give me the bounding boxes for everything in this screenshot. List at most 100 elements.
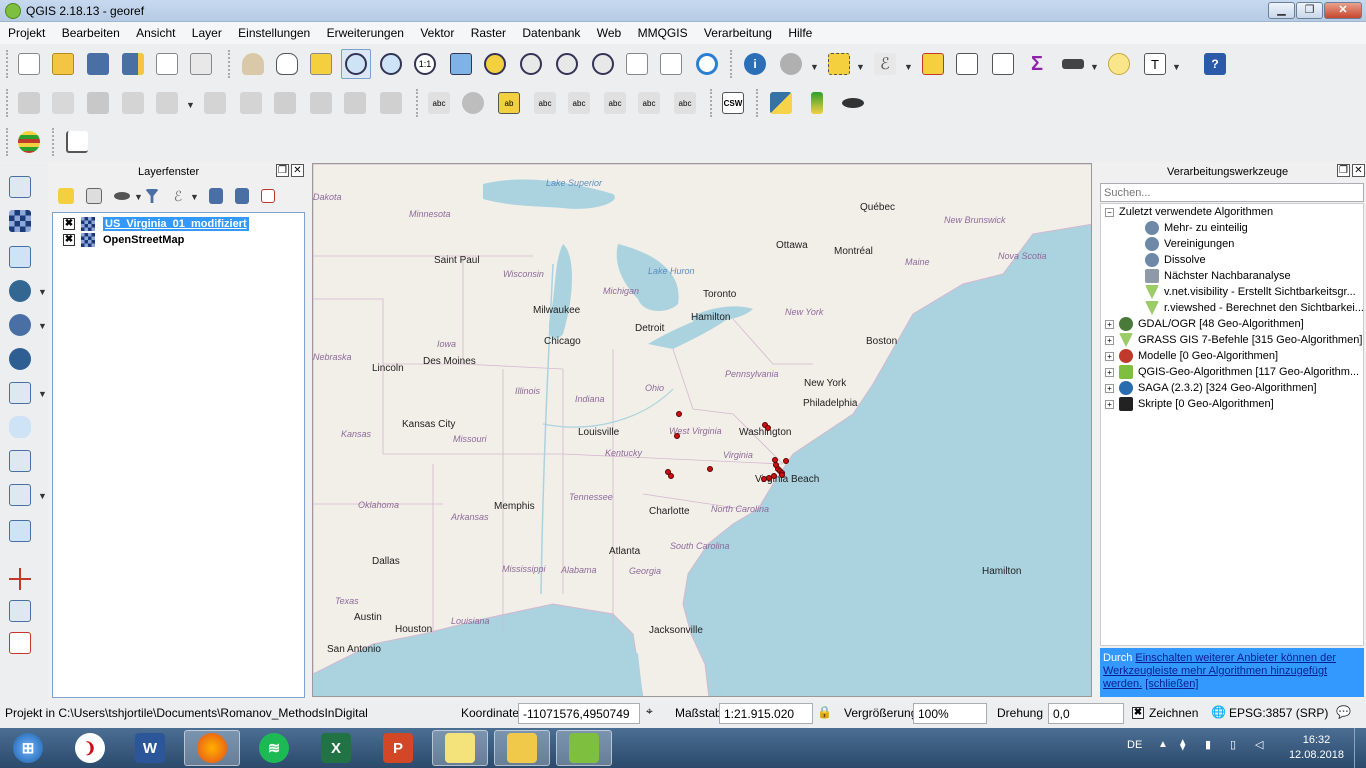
chevron-down-icon[interactable]: ▼	[38, 389, 47, 399]
tree-provider-scripts[interactable]: + Skripte [0 Geo-Algorithmen]	[1105, 397, 1274, 411]
data-point[interactable]	[779, 472, 785, 478]
menu-vektor[interactable]: Vektor	[412, 22, 459, 40]
add-wfs-icon[interactable]	[6, 379, 34, 407]
layer-labeling-icon[interactable]: abc	[424, 88, 454, 118]
close-info-link[interactable]: [schließen]	[1145, 678, 1198, 690]
new-temp-layer-icon[interactable]	[6, 481, 34, 509]
composer-manager-icon[interactable]	[186, 49, 216, 79]
save-as-icon[interactable]	[118, 49, 148, 79]
data-point[interactable]	[783, 458, 789, 464]
tree-item[interactable]: Vereinigungen	[1145, 237, 1234, 251]
toolbar-grip[interactable]	[52, 128, 56, 156]
show-bookmarks-icon[interactable]	[656, 49, 686, 79]
tree-group-recent[interactable]: − Zuletzt verwendete Algorithmen	[1105, 206, 1273, 218]
crs-button[interactable]: EPSG:3857 (SRP)	[1229, 706, 1328, 720]
eye-icon[interactable]	[838, 88, 868, 118]
tree-item[interactable]: r.viewshed - Berechnet den Sichtbarkei..…	[1145, 301, 1364, 315]
visibility-icon[interactable]	[108, 182, 136, 210]
open-project-icon[interactable]	[48, 49, 78, 79]
lock-icon[interactable]: 🔒	[817, 705, 832, 719]
data-point[interactable]	[773, 462, 779, 468]
deselect-icon[interactable]	[918, 49, 948, 79]
new-shapefile-icon[interactable]	[6, 413, 34, 441]
menu-einstellungen[interactable]: Einstellungen	[230, 22, 315, 40]
expand-icon[interactable]: +	[1105, 351, 1114, 361]
messages-icon[interactable]: 💬	[1336, 705, 1351, 719]
toolbar-grip[interactable]	[6, 128, 10, 156]
globe-icon[interactable]: 🌐	[1211, 705, 1226, 719]
expand-icon[interactable]: +	[1105, 383, 1114, 393]
pan-to-selection-icon[interactable]	[306, 49, 336, 79]
menu-erweiterungen[interactable]: Erweiterungen	[319, 22, 409, 40]
csw-icon[interactable]: CSW	[718, 88, 748, 118]
expand-icon[interactable]: +	[1105, 367, 1114, 377]
current-edits-icon[interactable]	[14, 88, 44, 118]
topology-icon[interactable]	[6, 629, 34, 657]
new-spatialite-icon[interactable]	[6, 447, 34, 475]
delete-selected-icon[interactable]	[270, 88, 300, 118]
save-project-icon[interactable]	[83, 49, 113, 79]
excel-icon[interactable]: X	[308, 730, 364, 766]
layer-row-us-virginia[interactable]: ✖ US_Virginia_01_modifiziert	[63, 216, 249, 232]
toggle-editing-icon[interactable]	[48, 88, 78, 118]
firefox-icon[interactable]	[184, 730, 240, 766]
tree-provider-grass[interactable]: + GRASS GIS 7-Befehle [315 Geo-Algorithm…	[1105, 333, 1362, 347]
expand-icon[interactable]: +	[1105, 319, 1114, 329]
add-wms-icon[interactable]	[6, 311, 34, 339]
add-feature-icon[interactable]	[118, 88, 148, 118]
close-panel-button[interactable]: ✕	[291, 164, 304, 177]
add-wcs-icon[interactable]	[6, 345, 34, 373]
chevron-down-icon[interactable]: ▼	[1172, 62, 1181, 72]
zoom-next-icon[interactable]	[588, 49, 618, 79]
refresh-icon[interactable]	[692, 49, 722, 79]
pin-labels-icon[interactable]: abc	[530, 88, 560, 118]
menu-layer[interactable]: Layer	[184, 22, 227, 40]
statistics-icon[interactable]: Σ	[1022, 49, 1052, 79]
select-features-icon[interactable]	[824, 49, 854, 79]
layer-checkbox[interactable]: ✖	[63, 234, 75, 246]
menu-verarbeitung[interactable]: Verarbeitung	[696, 22, 777, 40]
volume-icon[interactable]: ◁	[1255, 738, 1263, 751]
tree-provider-models[interactable]: + Modelle [0 Geo-Algorithmen]	[1105, 349, 1278, 363]
show-hide-labels-icon[interactable]: abc	[564, 88, 594, 118]
paste-features-icon[interactable]	[376, 88, 406, 118]
toolbar-grip[interactable]	[730, 50, 734, 78]
data-point[interactable]	[676, 411, 682, 417]
maximize-button[interactable]: ❐	[1296, 2, 1323, 19]
text-annotation-icon[interactable]: T	[1140, 49, 1170, 79]
chevron-down-icon[interactable]: ▼	[186, 100, 195, 110]
chevron-down-icon[interactable]: ▼	[904, 62, 913, 72]
menu-web[interactable]: Web	[589, 22, 626, 40]
touch-zoom-icon[interactable]	[238, 49, 268, 79]
run-action-icon[interactable]	[776, 49, 806, 79]
add-delimited-text-icon[interactable]	[6, 243, 34, 271]
add-raster-layer-icon[interactable]	[6, 207, 34, 235]
snapping-icon[interactable]	[6, 597, 34, 625]
measure-icon[interactable]	[1058, 49, 1088, 79]
tree-item[interactable]: Nächster Nachbaranalyse	[1145, 269, 1291, 283]
node-delete-icon[interactable]	[236, 88, 266, 118]
new-print-composer-icon[interactable]	[152, 49, 182, 79]
chevron-down-icon[interactable]: ▼	[1090, 62, 1099, 72]
expand-all-icon[interactable]	[202, 182, 230, 210]
tree-provider-saga[interactable]: + SAGA (2.3.2) [324 Geo-Algorithmen]	[1105, 381, 1317, 395]
minimize-button[interactable]: ▁	[1268, 2, 1295, 19]
add-postgis-icon[interactable]	[6, 277, 34, 305]
show-desktop-button[interactable]	[1354, 728, 1366, 768]
georeferencer-icon[interactable]	[62, 127, 92, 157]
float-panel-button[interactable]: ❐	[1337, 164, 1350, 177]
menu-bearbeiten[interactable]: Bearbeiten	[54, 22, 125, 40]
toolbar-grip[interactable]	[6, 50, 10, 78]
menu-mmqgis[interactable]: MMQGIS	[630, 22, 693, 40]
raster-terrain-icon[interactable]	[802, 88, 832, 118]
word-icon[interactable]: W	[122, 730, 178, 766]
map-canvas[interactable]: Lake Superior Lake Huron Dakota Minnesot…	[312, 163, 1092, 697]
cut-features-icon[interactable]	[306, 88, 336, 118]
data-point[interactable]	[765, 425, 771, 431]
add-vector-layer-icon[interactable]	[6, 173, 34, 201]
spotify-icon[interactable]: ≋	[246, 730, 302, 766]
node-tool-icon[interactable]	[200, 88, 230, 118]
collapse-all-icon[interactable]	[228, 182, 256, 210]
close-button[interactable]: ✕	[1324, 2, 1362, 19]
toolbar-grip[interactable]	[710, 89, 714, 117]
